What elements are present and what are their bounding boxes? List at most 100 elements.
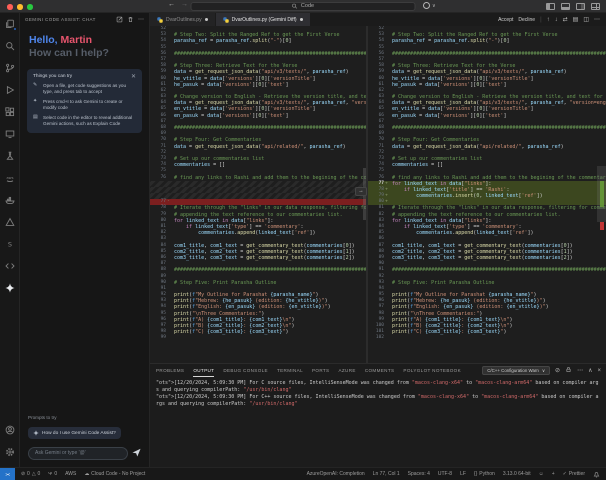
python-file-icon xyxy=(157,17,163,23)
close-panel-icon[interactable]: × xyxy=(597,368,601,374)
greeting-name: Martin xyxy=(61,34,93,46)
send-button[interactable] xyxy=(132,444,141,462)
tip-text: Open a file, get code suggestions as you… xyxy=(43,83,136,95)
activity-test-beaker-icon[interactable] xyxy=(0,145,20,167)
prompt-chip-label: How do I use Gemini Code Assist? xyxy=(42,431,116,436)
remote-indicator[interactable]: >< xyxy=(0,468,15,480)
ports-status[interactable]: Ψ0 xyxy=(48,471,57,477)
diff-editor: 5253# Step Two: Split the Ranged Ref to … xyxy=(150,26,606,363)
line-number: 99 xyxy=(150,335,166,341)
overview-added-mark xyxy=(600,181,604,207)
tip-item: ✎ Open a file, get code suggestions as y… xyxy=(33,83,136,95)
line-number: 102 xyxy=(368,335,384,341)
activity-explorer-icon[interactable] xyxy=(0,13,20,35)
antenna-icon: Ψ xyxy=(48,472,52,477)
activity-aws-icon[interactable]: aws xyxy=(0,167,20,189)
open-file-icon[interactable]: ▤ xyxy=(573,17,579,23)
things-to-try-card: Things you can try ✕ ✎ Open a file, get … xyxy=(27,69,142,133)
indentation-status[interactable]: Spaces: 4 xyxy=(408,471,430,477)
tip-item: ✦ Press cmd+I to ask Gemini to create or… xyxy=(33,99,136,111)
chat-input[interactable] xyxy=(28,447,128,460)
activity-settings-gear-icon[interactable] xyxy=(0,441,20,463)
python-runtime-status[interactable]: 3.13.0 64-bit xyxy=(503,471,531,477)
account-icon xyxy=(5,425,15,435)
add-status-icon[interactable]: + xyxy=(552,471,555,477)
maximize-panel-icon[interactable]: ∧ xyxy=(588,368,592,374)
problems-status[interactable]: ⊘0 △0 xyxy=(21,471,40,477)
eol-status[interactable]: LF xyxy=(460,471,466,477)
accept-button[interactable]: Accept xyxy=(498,17,513,23)
feedback-smiley-icon[interactable]: ☺ xyxy=(539,471,544,477)
decline-button[interactable]: Decline xyxy=(518,17,535,23)
previous-change-icon[interactable]: ↑ xyxy=(547,17,550,23)
clear-output-icon[interactable]: ⊘ xyxy=(555,368,560,374)
code-line[interactable]: 99 xyxy=(150,335,366,341)
error-icon: ⊘ xyxy=(21,472,25,477)
more-actions-icon[interactable]: ⋯ xyxy=(577,368,583,374)
chat-panel-title: GEMINI CODE ASSIST: CHAT xyxy=(25,17,116,22)
formatter-status[interactable]: ✓ Prettier xyxy=(563,471,585,477)
gemini-chat-panel: GEMINI CODE ASSIST: CHAT ⋯ Hello, Martin… xyxy=(20,13,150,467)
panel-tab-debug-console[interactable]: DEBUG CONSOLE xyxy=(223,364,268,377)
aws-status[interactable]: AWS xyxy=(65,471,76,477)
more-actions-icon[interactable]: ⋯ xyxy=(138,18,144,22)
activity-docker-icon[interactable] xyxy=(0,189,20,211)
code-line[interactable]: 102 xyxy=(368,335,606,341)
cursor-position[interactable]: Ln 77, Col 1 xyxy=(373,471,400,477)
panel-tab-terminal[interactable]: TERMINAL xyxy=(277,364,303,377)
notifications-bell-icon[interactable] xyxy=(593,471,600,478)
new-chat-icon[interactable] xyxy=(116,16,123,23)
customize-layout-icon[interactable] xyxy=(591,3,600,10)
close-window-button[interactable] xyxy=(7,4,13,10)
prompt-suggestion-chip[interactable]: How do I use Gemini Code Assist? xyxy=(28,427,121,439)
delete-chat-icon[interactable] xyxy=(127,16,134,23)
panel-tab-azure[interactable]: AZURE xyxy=(338,364,355,377)
toggle-secondary-sidebar-icon[interactable] xyxy=(576,3,585,10)
panel-tab-output[interactable]: OUTPUT xyxy=(193,364,214,377)
editor-tab-1[interactable]: DvarOutlines.py (Gemini Diff) xyxy=(216,13,311,26)
activity-run-debug-icon[interactable] xyxy=(0,79,20,101)
minimize-window-button[interactable] xyxy=(17,4,23,10)
maximize-window-button[interactable] xyxy=(27,4,33,10)
revert-change-button[interactable]: → xyxy=(355,187,367,196)
azure-openai-status[interactable]: AzureOpenAI: Completion xyxy=(307,471,365,477)
history-back-icon[interactable]: ← xyxy=(168,1,175,8)
output-channel-dropdown[interactable]: C/C++ Configuration Warn ∨ xyxy=(482,366,550,375)
activity-azure-icon[interactable] xyxy=(0,211,20,233)
cloud-code-status[interactable]: ☁Cloud Code - No Project xyxy=(84,471,145,477)
activity-gemini-icon[interactable] xyxy=(0,277,20,299)
panel-tab-ports[interactable]: PORTS xyxy=(312,364,330,377)
split-editor-icon[interactable]: ◫ xyxy=(583,17,589,23)
chevron-down-icon: ∨ xyxy=(542,368,545,374)
panel-tab-polyglot-notebook[interactable]: POLYGLOT NOTEBOOK xyxy=(403,364,461,377)
assistant-menu[interactable]: ∨ xyxy=(423,2,436,9)
lock-scrolling-icon[interactable] xyxy=(565,366,572,375)
toggle-sidebar-icon[interactable] xyxy=(546,3,555,10)
activity-source-control-icon[interactable] xyxy=(0,57,20,79)
close-icon[interactable]: ✕ xyxy=(131,75,136,79)
modified-dot-icon xyxy=(205,18,208,21)
encoding-status[interactable]: UTF-8 xyxy=(438,471,452,477)
panel-tab-comments[interactable]: COMMENTS xyxy=(365,364,395,377)
activity-remote-explorer-icon[interactable] xyxy=(0,123,20,145)
panel-tab-problems[interactable]: PROBLEMS xyxy=(156,364,184,377)
chevron-down-icon: ∨ xyxy=(432,3,436,9)
command-center-search[interactable]: Code xyxy=(191,2,416,12)
activity-snyk-icon[interactable]: S xyxy=(0,233,20,255)
svg-text:aws: aws xyxy=(6,176,13,180)
next-change-icon[interactable]: ↓ xyxy=(555,17,558,23)
send-icon xyxy=(132,448,141,457)
swap-sides-icon[interactable]: ⇄ xyxy=(563,17,568,23)
more-actions-icon[interactable]: ⋯ xyxy=(594,17,600,23)
language-mode[interactable]: {} Python xyxy=(474,471,495,477)
history-forward-icon[interactable]: → xyxy=(181,1,188,8)
toggle-panel-icon[interactable] xyxy=(561,3,570,10)
code-text xyxy=(389,335,606,341)
activity-search-icon[interactable] xyxy=(0,35,20,57)
gemini-icon xyxy=(5,283,15,293)
activity-account-icon[interactable] xyxy=(0,419,20,441)
activity-code-tools-icon[interactable] xyxy=(0,255,20,277)
editor-tab-0[interactable]: DvarOutlines.py xyxy=(150,13,216,26)
activity-extensions-icon[interactable] xyxy=(0,101,20,123)
check-icon: ✓ xyxy=(563,471,567,477)
